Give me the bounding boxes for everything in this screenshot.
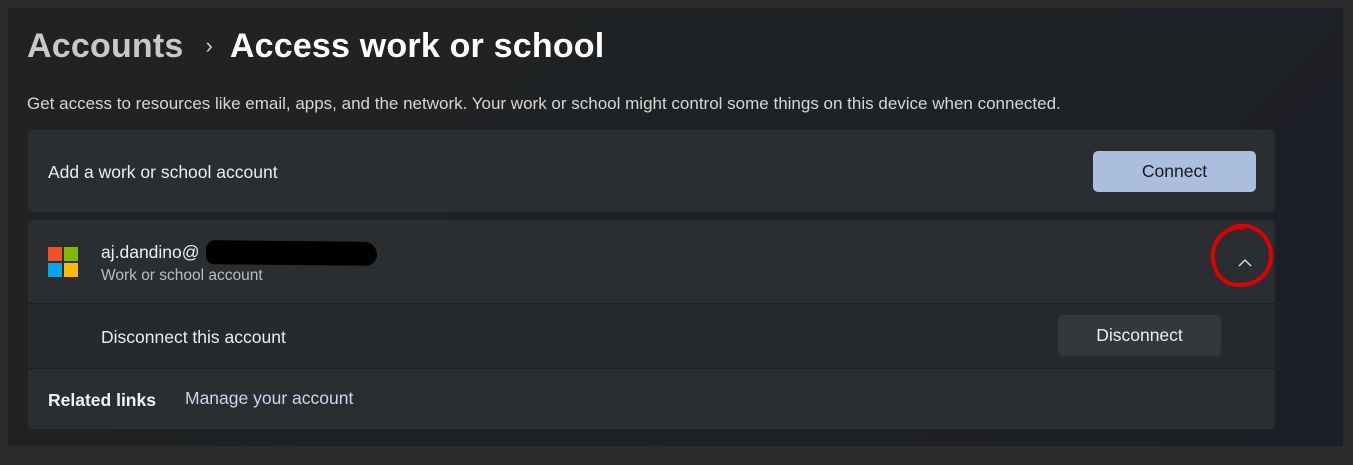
breadcrumb-chevron-icon: › [205,33,213,58]
logo-red-square [48,247,62,261]
chevron-up-icon [1238,258,1252,266]
account-card: aj.dandino@ Work or school account Disco… [28,220,1275,429]
related-links-title: Related links [48,390,156,410]
connect-button[interactable]: Connect [1093,151,1256,192]
logo-blue-square [48,263,62,277]
account-email: aj.dandino@ [101,242,200,262]
account-header-row[interactable]: aj.dandino@ Work or school account [28,220,1275,304]
disconnect-button[interactable]: Disconnect [1058,315,1221,356]
add-account-label: Add a work or school account [48,162,278,182]
manage-account-link[interactable]: Manage your account [185,388,353,409]
add-account-card: Add a work or school account Connect [28,130,1275,212]
settings-window: Accounts › Access work or school Get acc… [8,8,1343,446]
related-links-row: Related links Manage your account [28,369,1275,429]
account-type: Work or school account [101,267,263,284]
page-description: Get access to resources like email, apps… [27,94,1061,113]
disconnect-label: Disconnect this account [101,327,286,347]
collapse-chevron-button[interactable] [1228,247,1262,277]
logo-green-square [64,247,78,261]
page-title: Access work or school [229,26,605,65]
logo-yellow-square [64,263,78,277]
microsoft-logo-icon [48,247,78,277]
disconnect-row: Disconnect this account Disconnect [28,304,1275,369]
redaction-mark [205,240,378,266]
breadcrumb-accounts[interactable]: Accounts [27,27,184,66]
breadcrumb: Accounts › Access work or school [27,22,604,70]
